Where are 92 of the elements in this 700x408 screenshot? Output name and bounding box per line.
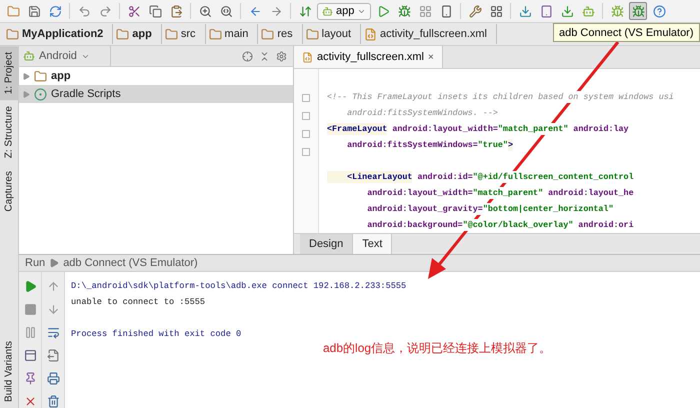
down-arrow-icon: [46, 302, 60, 316]
code-line: <LinearLayout android:id="@+id/fullscreen_content_control: [327, 169, 700, 185]
tab-label: activity_fullscreen.xml: [317, 51, 424, 63]
run-icon: [376, 4, 390, 18]
robot-icon: [23, 50, 35, 62]
side-tab[interactable]: Z: Structure: [0, 100, 18, 164]
gradle-icon: [34, 88, 47, 100]
code-line: android:background="@color/black_overlay" android:ori: [327, 217, 700, 233]
phone-icon: [440, 4, 453, 18]
side-tab[interactable]: Captures: [0, 164, 18, 218]
wrench-icon: [468, 4, 482, 18]
view-tab[interactable]: Design: [300, 234, 354, 254]
sort-icon: [298, 4, 312, 18]
cut-icon: [128, 4, 140, 18]
view-tab[interactable]: Text: [353, 234, 392, 254]
bug-icon: [632, 4, 645, 18]
annotation-text: adb的log信息，说明已经连接上模拟器了。: [323, 340, 552, 357]
tablet-icon: [540, 4, 553, 18]
folder-icon: [164, 28, 178, 40]
paste-icon: [170, 4, 182, 18]
wrap-icon: [46, 326, 60, 338]
robot-icon: [582, 4, 595, 18]
printer-icon: [46, 372, 60, 384]
download-icon: [518, 4, 532, 18]
close-icon: [24, 394, 36, 408]
play-icon: [24, 280, 36, 292]
folder-icon: [34, 70, 47, 82]
export-icon: [46, 348, 60, 362]
breadcrumb-item[interactable]: app: [113, 24, 162, 44]
run-config-dropdown[interactable]: app: [317, 2, 372, 20]
xml-file-icon: [364, 28, 378, 40]
folder-icon: [306, 28, 319, 40]
pause-icon: [24, 326, 36, 338]
grid-icon: [418, 4, 432, 18]
code-line: android:fitsSystemWindows="true">: [327, 137, 700, 153]
download-icon: [560, 4, 574, 18]
trash-icon: [46, 394, 60, 408]
expand-arrow-icon: [23, 90, 30, 98]
folder-icon: [208, 28, 222, 40]
bug-icon: [610, 4, 624, 18]
forward-icon: [270, 4, 282, 18]
panel-icon: [24, 348, 36, 362]
pin-icon: [24, 372, 36, 384]
tree-item[interactable]: Gradle Scripts: [19, 85, 293, 103]
xml-file-icon: [302, 52, 313, 62]
console-line: unable to connect to :5555: [71, 296, 206, 309]
code-line: <FrameLayout android:layout_width="match_parent" android:lay: [327, 122, 630, 137]
layout-icon: [490, 4, 503, 18]
play-icon: [49, 258, 60, 268]
console-line: D:\_android\sdk\platform-tools\adb.exe connect 192.168.2.233:5555: [71, 280, 408, 293]
tree-item-label: app: [51, 70, 71, 82]
expand-arrow-icon: [23, 72, 30, 80]
editor-tab[interactable]: activity_fullscreen.xml ×: [294, 46, 443, 68]
console-line: Process finished with exit code 0: [71, 328, 242, 341]
breadcrumb-item[interactable]: MyApplication2: [3, 24, 114, 44]
collapse-icon: [259, 50, 270, 62]
robot-icon: [322, 6, 333, 16]
code-line: android:layout_width="match_parent" android:layout_he: [327, 185, 700, 201]
zoom-icon: [198, 4, 212, 18]
tree-item[interactable]: app: [19, 67, 293, 85]
up-arrow-icon: [46, 280, 60, 292]
settings-icon: [276, 50, 287, 62]
code-line: android:fitsSystemWindows. -->: [327, 105, 700, 121]
adb-connect-button[interactable]: [629, 2, 648, 20]
code-line: android:layout_gravity="bottom|center_horizontal": [327, 201, 700, 217]
tooltip: adb Connect (VS Emulator): [553, 23, 700, 42]
panel-title: Run: [25, 257, 46, 269]
breadcrumb-item[interactable]: res: [258, 24, 303, 44]
save-icon: [28, 4, 40, 18]
find-icon: [220, 4, 232, 18]
undo-icon: [78, 4, 90, 18]
side-tab[interactable]: Build Variants: [0, 335, 18, 408]
breadcrumb-item[interactable]: src: [162, 24, 206, 44]
breadcrumb-item[interactable]: main: [206, 24, 258, 44]
folder-icon: [6, 28, 19, 40]
tree-item-label: Gradle Scripts: [51, 88, 121, 100]
folder-icon: [261, 28, 274, 40]
breadcrumb-item[interactable]: activity_fullscreen.xml: [361, 24, 497, 44]
breadcrumb-item[interactable]: layout: [302, 24, 362, 44]
bug-icon: [398, 4, 411, 18]
run-config-label: adb Connect (VS Emulator): [63, 257, 198, 269]
back-icon: [248, 4, 262, 18]
close-button[interactable]: ×: [428, 52, 434, 62]
redo-icon: [98, 4, 112, 18]
sync-icon: [48, 4, 62, 18]
help-icon: [652, 4, 666, 18]
folder-icon: [6, 4, 20, 18]
side-tab[interactable]: 1: Project: [0, 46, 18, 100]
folder-icon: [116, 28, 130, 40]
crosshair-icon: [242, 50, 253, 62]
stop-icon: [24, 302, 36, 316]
copy-icon: [148, 4, 162, 18]
